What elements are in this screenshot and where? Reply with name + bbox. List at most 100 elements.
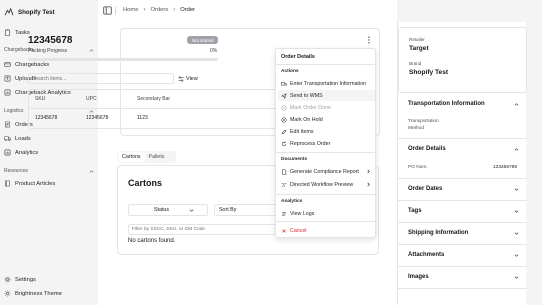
menu-item-mark-on-hold[interactable]: Mark On Hold xyxy=(278,114,375,125)
chevron-down-icon xyxy=(189,208,194,212)
empty-state: No cartons found. xyxy=(128,238,176,244)
po-label: PO Num. xyxy=(408,165,428,170)
more-options-icon[interactable] xyxy=(366,36,372,44)
table-divider xyxy=(29,108,277,109)
section-order-dates[interactable]: Order Dates xyxy=(398,179,527,201)
chevron-right-icon xyxy=(367,169,370,174)
brand-value: Shopify Test xyxy=(409,69,449,76)
sort-filter-label: Sort By xyxy=(219,207,237,213)
sidebar-item-analytics[interactable]: Analytics xyxy=(4,147,94,158)
menu-item-edit-items[interactable]: Edit Items xyxy=(278,126,375,137)
status-badge: Not started xyxy=(187,36,219,44)
chevron-down-icon xyxy=(514,232,519,235)
retailer-value: Target xyxy=(409,45,429,52)
order-actions-menu: Order Details Actions Enter Transportati… xyxy=(275,48,376,238)
breadcrumb-separator: › xyxy=(143,7,146,13)
sidebar-item-loads[interactable]: Loads xyxy=(4,133,94,144)
section-transportation[interactable]: Transportation Information Transportatio… xyxy=(398,94,527,139)
sidebar-item-settings[interactable]: Settings xyxy=(4,274,94,285)
chevron-down-icon xyxy=(514,254,519,257)
close-icon xyxy=(282,228,286,233)
menu-item-label: Generate Compliance Report xyxy=(290,168,359,175)
section-shipping[interactable]: Shipping Information xyxy=(398,223,527,245)
workflow-icon xyxy=(281,182,287,187)
breadcrumb-separator: › xyxy=(173,7,176,13)
breadcrumb-orders[interactable]: Orders xyxy=(150,7,168,13)
section-title: Attachments xyxy=(408,252,445,258)
status-filter[interactable]: Status xyxy=(128,204,208,216)
chevron-down-icon xyxy=(514,188,519,191)
menu-item-label: Directed Workflow Preview xyxy=(290,181,354,188)
column-header[interactable]: SKU xyxy=(35,96,45,102)
menu-item-reprocess-order[interactable]: Reprocess Order xyxy=(278,138,375,149)
view-button[interactable]: View xyxy=(178,73,198,84)
chevron-up-icon xyxy=(89,169,94,173)
sun-icon xyxy=(4,290,11,297)
menu-item-directed-workflow-preview[interactable]: Directed Workflow Preview xyxy=(278,179,375,190)
brand-label: Brand xyxy=(409,61,422,66)
column-header[interactable]: UPC xyxy=(86,96,97,102)
menu-item-label: Send to WMS xyxy=(290,92,323,99)
sidebar-toggle-icon[interactable] xyxy=(103,6,112,15)
sidebar-item-label: Product Articles xyxy=(15,180,56,187)
menu-item-label: View Logs xyxy=(290,210,315,217)
section-images[interactable]: Images xyxy=(398,267,527,289)
breadcrumb-home[interactable]: Home xyxy=(123,7,138,13)
logo-icon xyxy=(4,8,14,16)
menu-section-analytics: Analytics xyxy=(281,199,303,204)
view-label: View xyxy=(186,75,198,82)
menu-item-send-to-wms[interactable]: Send to WMS xyxy=(278,90,375,101)
menu-item-cancel[interactable]: Cancel xyxy=(278,225,375,236)
truck-icon xyxy=(4,136,11,142)
tab-pallets[interactable]: Pallets xyxy=(145,152,169,162)
menu-item-mark-order-done[interactable]: Mark Order Done xyxy=(278,102,375,113)
sidebar-item-product-articles[interactable]: Product Articles xyxy=(4,178,94,189)
section-title: Order Dates xyxy=(408,186,443,192)
cartons-title: Cartons xyxy=(128,178,163,188)
field-label: Transportation xyxy=(408,119,439,124)
clipboard-icon xyxy=(4,29,11,36)
menu-item-view-logs[interactable]: View Logs xyxy=(278,208,375,219)
table-cell: 12345678 xyxy=(35,115,58,121)
truck-icon xyxy=(281,81,287,85)
menu-title: Order Details xyxy=(281,54,315,60)
sidebar-item-brightness-theme[interactable]: Brightness Theme xyxy=(4,288,94,299)
field-label: Method xyxy=(408,126,424,131)
table-cell: 12345678 xyxy=(86,115,109,121)
breadcrumb-current: Order xyxy=(180,7,196,13)
column-header[interactable]: Secondary Bar xyxy=(137,96,170,102)
upload-icon xyxy=(4,75,11,82)
menu-item-generate-compliance-report[interactable]: Generate Compliance Report xyxy=(278,166,375,177)
chargeback-icon xyxy=(4,62,11,67)
send-icon xyxy=(281,92,287,99)
tab-cartons[interactable]: Cartons xyxy=(118,152,145,162)
progress-value: 0% xyxy=(210,48,218,54)
sidebar-group-label: Logistics xyxy=(4,108,24,114)
section-tags[interactable]: Tags xyxy=(398,201,527,223)
menu-item-label: Mark Order Done xyxy=(290,104,331,111)
gear-icon xyxy=(4,276,11,283)
app-brand[interactable]: Shopify Test xyxy=(4,6,55,18)
section-order-details[interactable]: Order Details PO Num. 123456789 xyxy=(398,139,527,179)
sidebar-group-label: Resources xyxy=(4,168,28,174)
chevron-up-icon xyxy=(514,148,519,151)
menu-item-enter-transportation[interactable]: Enter Transportation Information xyxy=(278,78,375,89)
sidebar-group-resources[interactable]: Resources xyxy=(4,168,94,174)
sidebar-item-label: Analytics xyxy=(15,149,39,156)
section-title: Images xyxy=(408,274,429,280)
sliders-icon xyxy=(178,75,184,82)
edit-icon xyxy=(281,129,287,134)
carton-filter-input[interactable]: Filter by SSCC, SKU, or GM Code xyxy=(128,224,288,235)
chevron-up-icon xyxy=(89,48,94,52)
progress-label: Packing Progress xyxy=(28,48,68,54)
section-title: Tags xyxy=(408,208,422,214)
tab-list: Cartons Pallets xyxy=(117,151,176,163)
divider xyxy=(115,7,116,15)
chevron-up-icon xyxy=(514,103,519,106)
search-input[interactable]: Search items... xyxy=(28,73,174,84)
book-icon xyxy=(5,180,10,187)
menu-item-label: Edit Items xyxy=(290,128,314,135)
menu-section-actions: Actions xyxy=(281,69,299,74)
section-attachments[interactable]: Attachments xyxy=(398,245,527,267)
chart-icon xyxy=(4,149,11,156)
